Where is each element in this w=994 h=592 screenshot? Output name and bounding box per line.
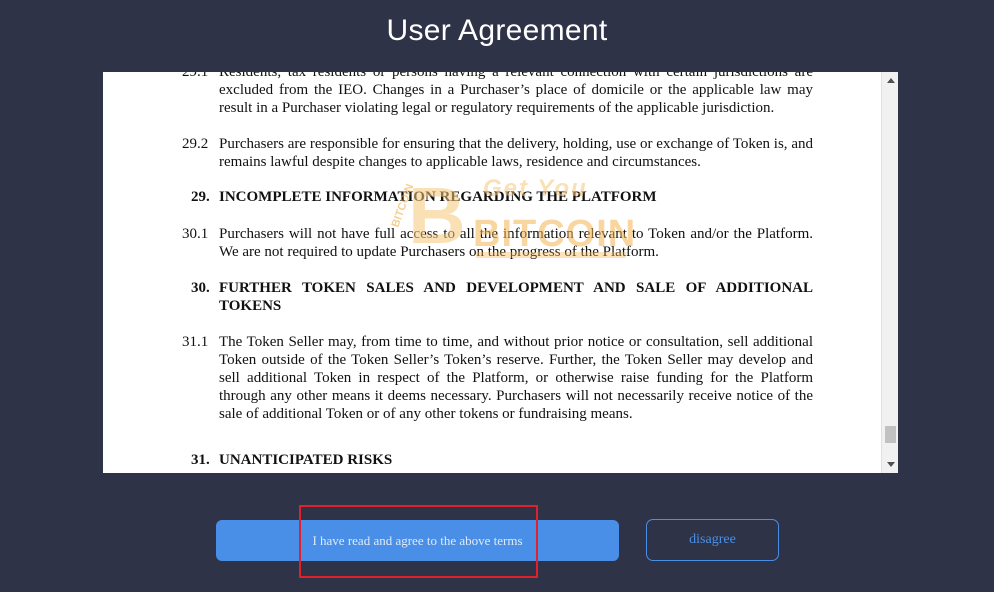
- section-number: 29.: [191, 189, 210, 205]
- agree-button[interactable]: I have read and agree to the above terms: [216, 520, 619, 561]
- disagree-button[interactable]: disagree: [646, 519, 779, 561]
- scroll-thumb[interactable]: [885, 426, 896, 443]
- section-heading-31: 31. UNANTICIPATED RISKS: [103, 451, 881, 469]
- clause-number: 30.1: [182, 226, 209, 242]
- section-title: UNANTICIPATED RISKS: [219, 452, 393, 468]
- clause-30-1: 30.1 Purchasers will not have full acces…: [103, 225, 881, 261]
- clause-text: The Token Seller may, from time to time,…: [219, 334, 813, 422]
- section-heading-30: 30. FURTHER TOKEN SALES AND DEVELOPMENT …: [103, 279, 881, 315]
- clause-29-1: 29.1 Residents, tax residents or persons…: [103, 72, 881, 117]
- section-title: INCOMPLETE INFORMATION REGARDING THE PLA…: [219, 189, 657, 205]
- clause-29-2: 29.2 Purchasers are responsible for ensu…: [103, 135, 881, 171]
- section-number: 30.: [191, 280, 210, 296]
- section-title: FURTHER TOKEN SALES AND DEVELOPMENT AND …: [219, 280, 813, 314]
- clause-number: 29.2: [182, 136, 209, 152]
- section-number: 31.: [191, 452, 210, 468]
- document-scrollbar[interactable]: [881, 72, 898, 473]
- triangle-up-icon[interactable]: [882, 72, 898, 89]
- clause-text: Purchasers will not have full access to …: [219, 226, 813, 260]
- triangle-down-icon[interactable]: [882, 456, 898, 473]
- clause-text: Residents, tax residents or persons havi…: [219, 72, 813, 116]
- clause-31-1: 31.1 The Token Seller may, from time to …: [103, 333, 881, 423]
- agreement-document[interactable]: 29.1 Residents, tax residents or persons…: [103, 72, 898, 473]
- section-heading-29: 29. INCOMPLETE INFORMATION REGARDING THE…: [103, 188, 881, 206]
- clause-text: Purchasers are responsible for ensuring …: [219, 136, 813, 170]
- clause-number: 29.1: [182, 72, 209, 80]
- page-title: User Agreement: [386, 14, 608, 47]
- clause-number: 31.1: [182, 334, 209, 350]
- agreement-text: 29.1 Residents, tax residents or persons…: [103, 72, 881, 469]
